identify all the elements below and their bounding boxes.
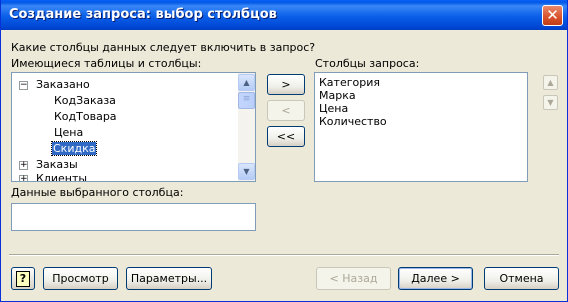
cancel-button[interactable]: Отмена <box>484 267 559 290</box>
tree-leaf-label-selected: Скидка <box>50 141 98 156</box>
tree-leaf-kodzakaza[interactable]: КодЗаказа <box>54 93 116 109</box>
footer-divider <box>9 254 559 256</box>
tree-leaf-label: КодЗаказа <box>54 94 116 107</box>
scroll-up-button[interactable]: ▲ <box>238 74 255 91</box>
title-bar[interactable]: Создание запроса: выбор столбцов ✕ <box>1 0 567 30</box>
window-title: Создание запроса: выбор столбцов <box>9 7 277 22</box>
list-item-label: Количество <box>319 115 387 128</box>
column-data-field[interactable] <box>11 203 256 231</box>
help-button[interactable]: ? <box>11 267 35 290</box>
options-button[interactable]: Параметры... <box>126 267 212 290</box>
remove-all-columns-button[interactable]: << <box>267 126 305 147</box>
dialog-window: Создание запроса: выбор столбцов ✕ Какие… <box>0 0 568 302</box>
next-button[interactable]: Далее > <box>398 267 473 290</box>
tree-leaf-cena[interactable]: Цена <box>54 125 83 141</box>
move-up-arrow-icon: ▲ <box>547 78 554 87</box>
scroll-thumb[interactable]: ≡ <box>238 92 255 109</box>
tree-leaf-label: Цена <box>54 126 84 139</box>
tree-leaf-label: КодТовара <box>54 110 117 123</box>
scroll-up-arrow-icon: ▲ <box>243 78 250 87</box>
tree-node-label: Клиенты <box>36 172 88 182</box>
query-columns-label: Столбцы запроса: <box>315 57 420 70</box>
preview-button[interactable]: Просмотр <box>43 267 118 290</box>
column-data-label: Данные выбранного столбца: <box>11 186 184 199</box>
add-column-button[interactable]: > <box>267 74 305 95</box>
expand-icon[interactable]: + <box>19 175 28 181</box>
available-columns-label: Имеющиеся таблицы и столбцы: <box>11 57 202 70</box>
collapse-icon[interactable]: − <box>19 81 28 90</box>
tree-scrollbar[interactable]: ▲ ≡ ▼ <box>238 73 255 181</box>
scroll-down-button[interactable]: ▼ <box>238 163 255 180</box>
remove-column-button[interactable]: < <box>267 100 305 121</box>
available-columns-tree[interactable]: − Заказано КодЗаказа КодТовара Цена Скид… <box>11 72 256 182</box>
move-down-button[interactable]: ▼ <box>543 95 558 110</box>
scroll-thumb-grip-icon: ≡ <box>242 94 251 104</box>
close-button[interactable]: ✕ <box>542 5 563 26</box>
tree-leaf-skidka[interactable]: Скидка <box>50 141 98 157</box>
tree-leaf-kodtovara[interactable]: КодТовара <box>54 109 117 125</box>
close-icon: ✕ <box>546 6 559 24</box>
back-button[interactable]: < Назад <box>316 267 391 290</box>
help-book-icon: ? <box>16 271 30 287</box>
query-columns-list[interactable]: Категория Марка Цена Количество <box>314 72 528 182</box>
move-up-button[interactable]: ▲ <box>543 75 558 90</box>
expand-icon[interactable]: + <box>19 161 28 170</box>
prompt-label: Какие столбцы данных следует включить в … <box>11 41 316 54</box>
list-item[interactable]: Количество <box>319 114 387 130</box>
move-down-arrow-icon: ▼ <box>547 98 554 107</box>
tree-node-label: Заказано <box>36 78 90 91</box>
scroll-down-arrow-icon: ▼ <box>243 167 250 176</box>
